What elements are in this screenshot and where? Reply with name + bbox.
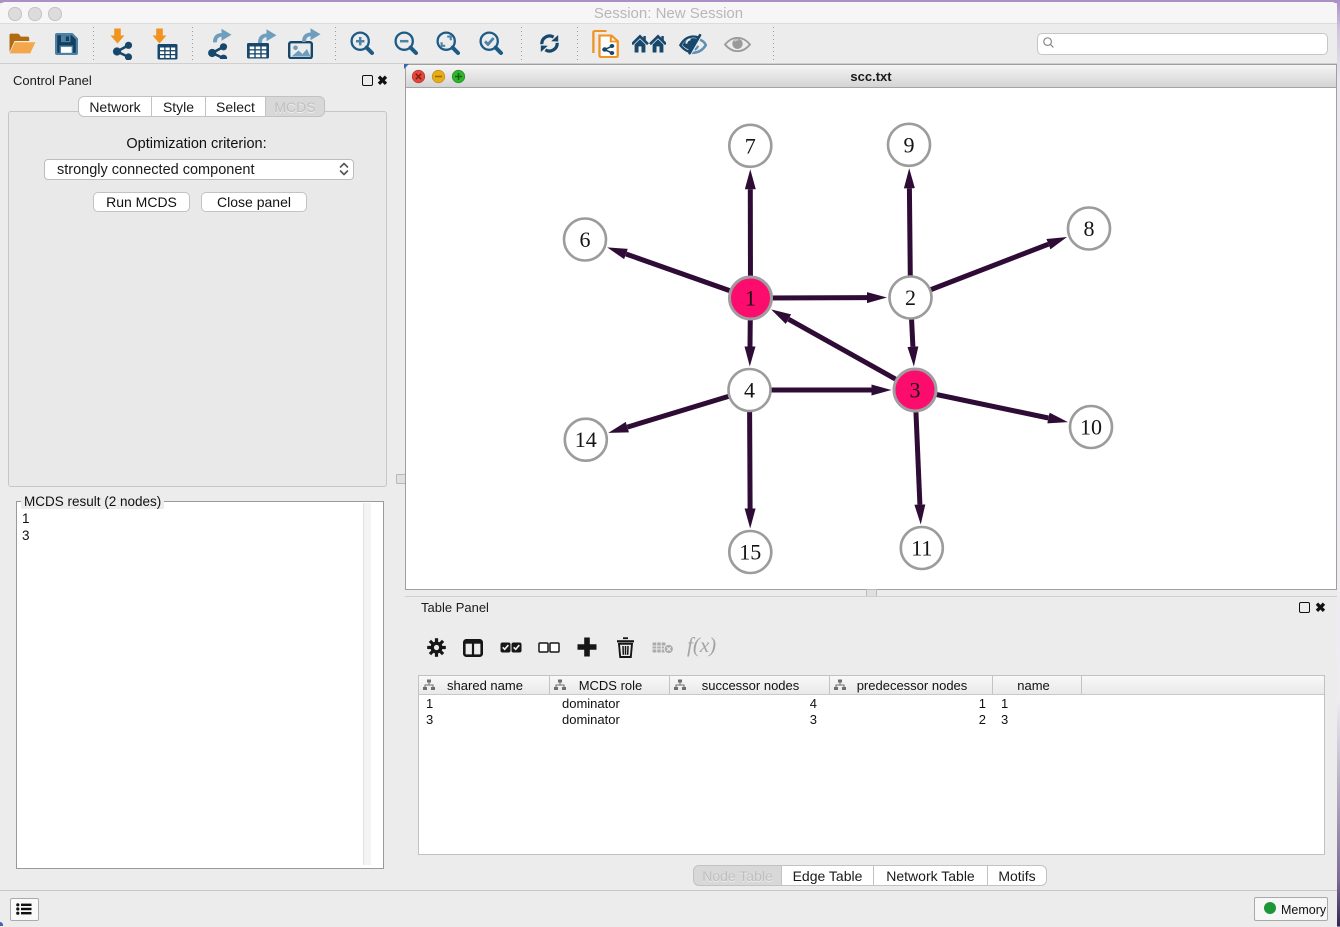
svg-text:3: 3 [910, 378, 921, 403]
svg-text:15: 15 [739, 540, 761, 565]
svg-text:1: 1 [745, 286, 756, 311]
svg-text:8: 8 [1084, 216, 1095, 241]
svg-text:4: 4 [744, 378, 755, 403]
svg-text:9: 9 [904, 132, 915, 157]
svg-text:11: 11 [911, 536, 932, 561]
svg-text:6: 6 [580, 227, 591, 252]
svg-text:10: 10 [1080, 415, 1102, 440]
svg-text:7: 7 [745, 133, 756, 158]
svg-text:2: 2 [905, 285, 916, 310]
svg-text:14: 14 [575, 427, 597, 452]
